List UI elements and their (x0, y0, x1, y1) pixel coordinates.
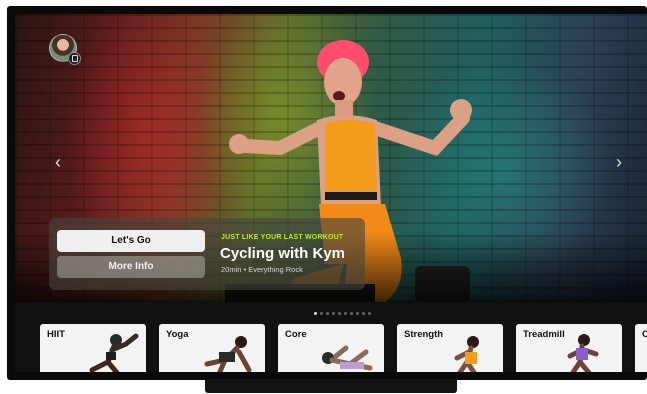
category-tile-hiit[interactable]: HIIT (40, 324, 146, 372)
page-dot[interactable] (314, 312, 317, 315)
page-dot[interactable] (350, 312, 353, 315)
page-dot[interactable] (344, 312, 347, 315)
core-athlete-image (322, 345, 373, 371)
page-dot[interactable] (362, 312, 365, 315)
page-indicator[interactable] (314, 312, 371, 318)
lets-go-button[interactable]: Let's Go (57, 230, 205, 252)
page-dot[interactable] (356, 312, 359, 315)
workout-meta: 20min • Everything Rock (221, 265, 303, 274)
hiit-athlete-image (89, 333, 139, 372)
chevron-left-icon[interactable]: ‹ (48, 150, 68, 174)
category-tile-yoga[interactable]: Yoga (159, 324, 265, 372)
tv-screen: ‹ › Let's Go More Info JUST LIKE YOUR LA… (15, 14, 647, 372)
chevron-right-icon[interactable]: › (609, 150, 629, 174)
page-dot[interactable] (338, 312, 341, 315)
tv-frame: ‹ › Let's Go More Info JUST LIKE YOUR LA… (7, 6, 647, 380)
category-label: Yoga (166, 329, 189, 340)
watch-badge-icon (68, 52, 81, 65)
page-dot[interactable] (326, 312, 329, 315)
category-label: Core (285, 329, 307, 340)
more-info-button[interactable]: More Info (57, 256, 205, 278)
category-tile-partial[interactable]: C (635, 324, 647, 372)
category-tile-treadmill[interactable]: Treadmill (516, 324, 622, 372)
hero-banner[interactable]: ‹ › Let's Go More Info JUST LIKE YOUR LA… (15, 14, 647, 302)
category-row: HIIT Yoga Core Strength Treadmill C (15, 324, 647, 372)
page-dot[interactable] (368, 312, 371, 315)
workout-kicker: JUST LIKE YOUR LAST WORKOUT (221, 234, 344, 241)
yoga-athlete-image (204, 336, 252, 372)
category-tile-core[interactable]: Core (278, 324, 384, 372)
treadmill-athlete-image (567, 334, 599, 372)
strength-athlete-image (454, 336, 479, 372)
page-dot[interactable] (332, 312, 335, 315)
page-dot[interactable] (320, 312, 323, 315)
tv-stand (205, 379, 457, 393)
category-label: HIIT (47, 329, 65, 340)
category-label: C (642, 329, 647, 340)
workout-title: Cycling with Kym (220, 245, 346, 262)
category-tile-strength[interactable]: Strength (397, 324, 503, 372)
